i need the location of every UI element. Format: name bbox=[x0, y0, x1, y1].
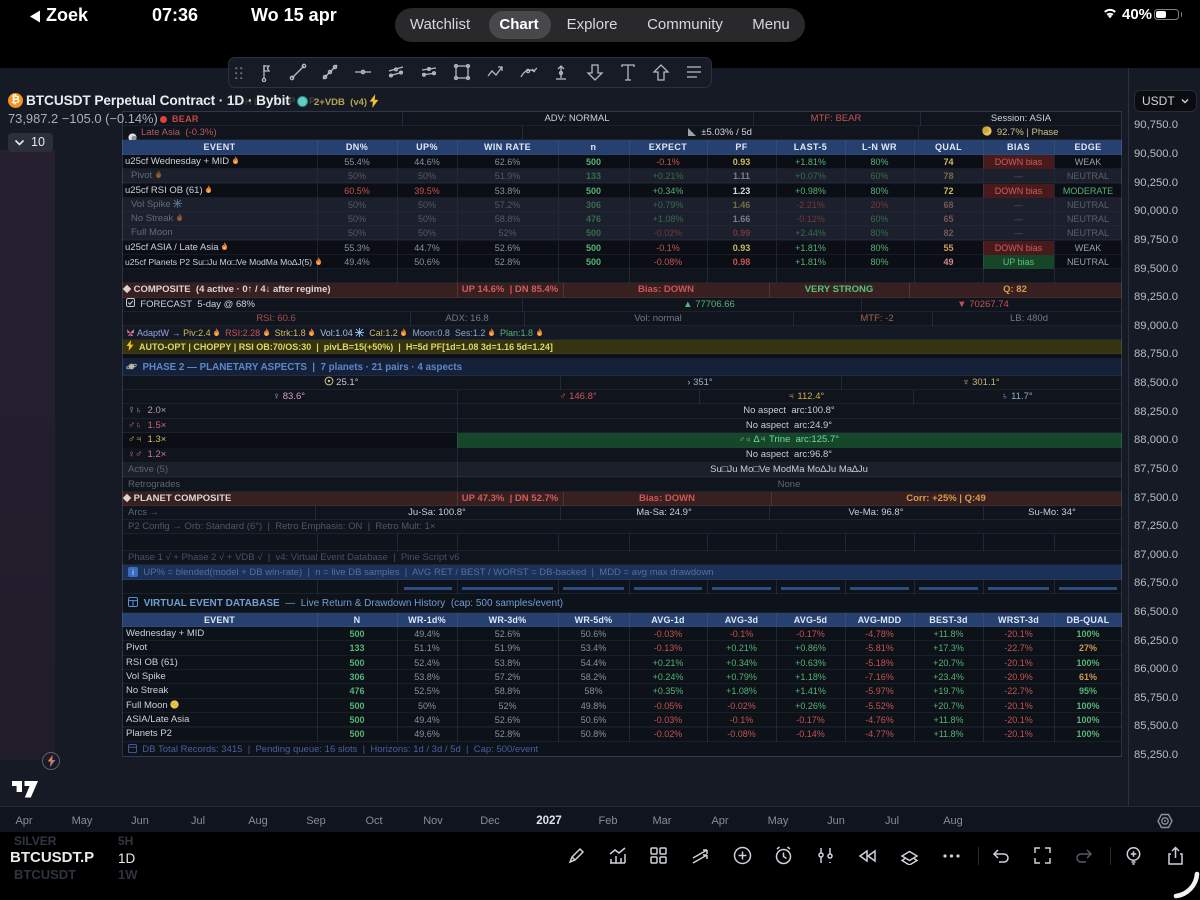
svg-text:i: i bbox=[132, 568, 134, 577]
